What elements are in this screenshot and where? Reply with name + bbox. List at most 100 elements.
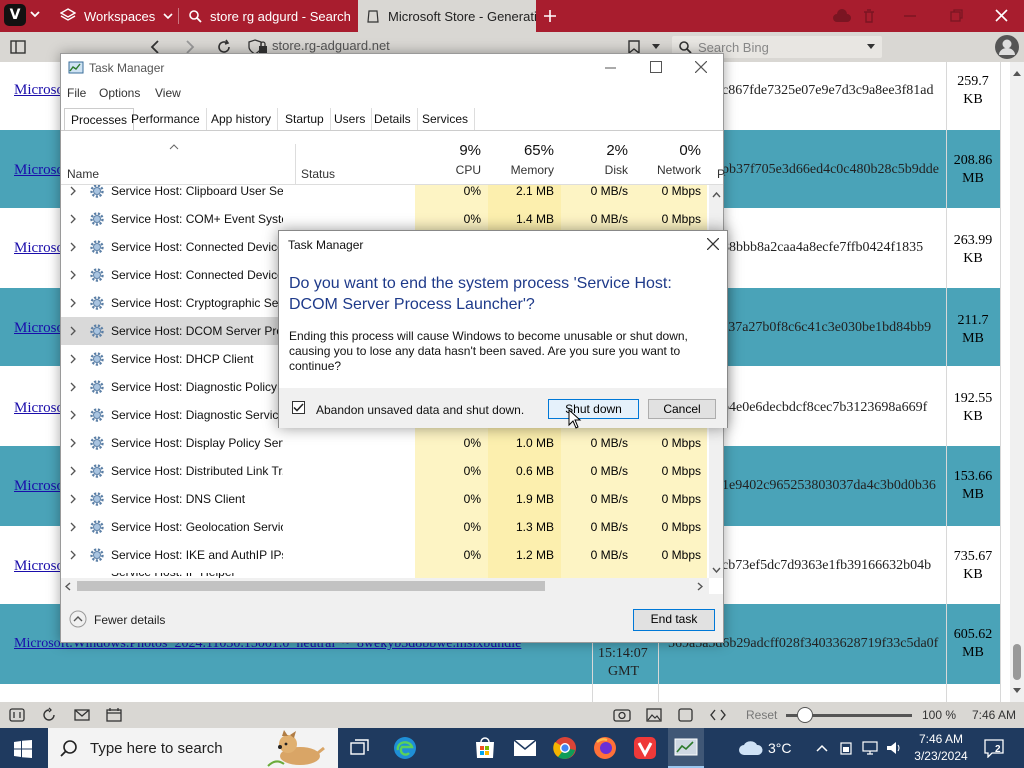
tab-search[interactable]: store rg adgurd - Search	[180, 0, 356, 32]
weather-temperature[interactable]: 3°C	[768, 740, 792, 756]
expand-chevron-icon[interactable]	[70, 410, 76, 420]
code-icon[interactable]	[710, 709, 726, 721]
mail-app-icon[interactable]	[513, 738, 537, 758]
task-manager-taskbar-button[interactable]	[668, 728, 704, 768]
calendar-icon[interactable]	[106, 707, 122, 722]
expand-chevron-icon[interactable]	[70, 186, 76, 196]
panel-toggle-icon[interactable]	[10, 40, 26, 54]
minimize-icon[interactable]	[904, 15, 916, 17]
process-row[interactable]: Service Host: Clipboard User Ser... 0% 2.1…	[61, 185, 707, 205]
page-scrollbar[interactable]	[1010, 62, 1024, 702]
file-link[interactable]: Microso	[14, 478, 64, 495]
taskbar-clock-time[interactable]: 7:46 AM	[916, 732, 966, 746]
firefox-icon[interactable]	[593, 736, 617, 760]
expand-chevron-icon[interactable]	[70, 326, 76, 336]
column-disk[interactable]: 2% Disk	[561, 142, 628, 177]
maximize-icon[interactable]	[650, 61, 662, 73]
file-link[interactable]: Microso	[14, 162, 64, 179]
expand-chevron-icon[interactable]	[70, 550, 76, 560]
menu-view[interactable]: View	[155, 86, 181, 100]
notification-center-icon[interactable]	[984, 738, 1004, 758]
menu-options[interactable]: Options	[99, 86, 140, 100]
tab-services[interactable]: Services	[416, 108, 476, 130]
tab-details[interactable]: Details	[368, 108, 418, 130]
expand-chevron-icon[interactable]	[70, 522, 76, 532]
process-row[interactable]: Service Host: Distributed Link Tr... 0% 0.…	[61, 457, 707, 485]
capture-icon[interactable]	[613, 707, 631, 722]
expand-chevron-icon[interactable]	[70, 466, 76, 476]
restore-icon[interactable]	[950, 9, 963, 22]
expand-chevron-icon[interactable]	[70, 354, 76, 364]
shut-down-button[interactable]: Shut down	[548, 399, 639, 419]
sync-icon[interactable]	[41, 707, 57, 723]
back-icon[interactable]	[150, 40, 160, 54]
horizontal-scroll-thumb[interactable]	[77, 581, 545, 591]
taskbar-clock-date[interactable]: 3/23/2024	[910, 749, 972, 763]
file-link[interactable]: Microso	[14, 82, 64, 99]
mail-icon[interactable]	[74, 708, 90, 722]
windows-start-icon[interactable]	[14, 740, 32, 758]
dialog-close-icon[interactable]	[707, 238, 719, 250]
tab-startup[interactable]: Startup	[279, 108, 331, 130]
process-row[interactable]: Service Host: IKE and AuthIP IPs... 0% 1.2…	[61, 541, 707, 569]
image-icon[interactable]	[646, 708, 662, 722]
process-row[interactable]: Service Host: Geolocation Service 0% 1.3 M…	[61, 513, 707, 541]
abandon-data-checkbox[interactable]	[292, 401, 305, 414]
tray-chevron-up-icon[interactable]	[816, 744, 828, 752]
process-row[interactable]: Service Host: COM+ Event Syste... 0% 1.4 M…	[61, 205, 707, 233]
trash-icon[interactable]	[862, 8, 876, 24]
panel-icon[interactable]	[9, 708, 25, 722]
column-name[interactable]: Name	[67, 167, 99, 181]
tab-performance[interactable]: Performance	[125, 108, 207, 130]
microsoft-store-icon[interactable]	[473, 736, 497, 760]
scroll-up-icon[interactable]	[1013, 70, 1021, 76]
file-link[interactable]: Microso	[14, 320, 64, 337]
expand-chevron-icon[interactable]	[70, 494, 76, 504]
file-link[interactable]: Microso	[14, 558, 64, 575]
bookmark-icon[interactable]	[628, 40, 640, 54]
cloud-sync-icon[interactable]	[832, 9, 852, 23]
column-cpu[interactable]: 9% CPU	[415, 142, 481, 177]
expand-chevron-icon[interactable]	[70, 298, 76, 308]
new-tab-plus-icon[interactable]	[542, 8, 558, 24]
volume-icon[interactable]	[886, 740, 902, 756]
tab-users[interactable]: Users	[328, 108, 373, 130]
search-engine-chevron-icon[interactable]	[866, 43, 876, 51]
scroll-down-icon[interactable]	[712, 567, 721, 573]
horizontal-scrollbar[interactable]	[61, 578, 709, 594]
profile-avatar-icon[interactable]	[995, 35, 1019, 59]
expand-chevron-icon[interactable]	[70, 438, 76, 448]
fewer-details-chevron-icon[interactable]	[69, 610, 87, 628]
process-row[interactable]: Service Host: DNS Client 0% 1.9 MB 0 MB/s 0 …	[61, 485, 707, 513]
column-power[interactable]: P	[717, 167, 725, 181]
scroll-right-icon[interactable]	[697, 582, 703, 591]
abandon-data-checkbox-label[interactable]: Abandon unsaved data and shut down.	[316, 403, 524, 417]
tab-workspaces[interactable]: Workspaces	[52, 0, 176, 32]
chrome-icon[interactable]	[553, 736, 577, 760]
vivaldi-logo-icon[interactable]: V	[4, 4, 26, 26]
tab-app-history[interactable]: App history	[205, 108, 279, 130]
column-memory[interactable]: 65% Memory	[488, 142, 554, 177]
edge-icon[interactable]	[393, 736, 417, 760]
zoom-slider-thumb[interactable]	[796, 707, 813, 723]
process-row[interactable]: Service Host: Display Policy Serv... 0% 1.…	[61, 429, 707, 457]
network-icon[interactable]	[862, 740, 878, 756]
minimize-icon[interactable]	[605, 67, 616, 69]
tab-processes[interactable]: Processes	[64, 108, 135, 130]
expand-chevron-icon[interactable]	[70, 382, 76, 392]
end-task-button[interactable]: End task	[633, 609, 715, 631]
weather-cloud-icon[interactable]	[738, 740, 764, 756]
scroll-up-icon[interactable]	[712, 192, 721, 198]
column-status[interactable]: Status	[301, 167, 335, 181]
close-window-icon[interactable]	[995, 9, 1008, 22]
bookmark-menu-chevron-icon[interactable]	[651, 43, 661, 51]
close-icon[interactable]	[695, 61, 707, 73]
file-link[interactable]: Microso	[14, 240, 64, 257]
scroll-down-icon[interactable]	[1013, 688, 1021, 694]
expand-chevron-icon[interactable]	[70, 214, 76, 224]
file-link[interactable]: Microso	[14, 400, 64, 417]
tab-microsoft-store[interactable]: Microsoft Store - Generatio	[358, 0, 536, 32]
menu-file[interactable]: File	[67, 86, 86, 100]
battery-icon[interactable]	[840, 741, 852, 755]
vivaldi-menu-chevron-icon[interactable]	[30, 9, 40, 19]
